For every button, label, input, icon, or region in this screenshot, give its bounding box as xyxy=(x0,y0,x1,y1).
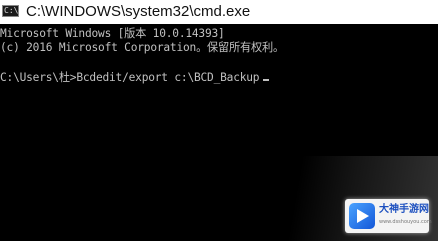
watermark-title: 大神手游网 xyxy=(379,204,429,215)
console-command: C:\Users\杜>Bcdedit/export c:\BCD_Backup xyxy=(0,71,260,84)
console-line-version: Microsoft Windows [版本 10.0.14393] xyxy=(0,27,225,40)
window-title: C:\WINDOWS\system32\cmd.exe xyxy=(26,3,251,20)
console-line-copyright: (c) 2016 Microsoft Corporation。保留所有权利。 xyxy=(0,41,284,54)
text-cursor xyxy=(263,79,270,81)
watermark-subtitle: www.dsshouyou.com xyxy=(379,219,432,225)
console-prompt-line[interactable]: C:\Users\杜>Bcdedit/export c:\BCD_Backup xyxy=(0,71,270,85)
watermark-logo-icon xyxy=(349,203,375,229)
watermark-badge: 大神手游网 www.dsshouyou.com xyxy=(345,199,432,233)
window-titlebar[interactable]: C:\ C:\WINDOWS\system32\cmd.exe xyxy=(0,0,438,24)
cmd-icon: C:\ xyxy=(2,5,19,17)
